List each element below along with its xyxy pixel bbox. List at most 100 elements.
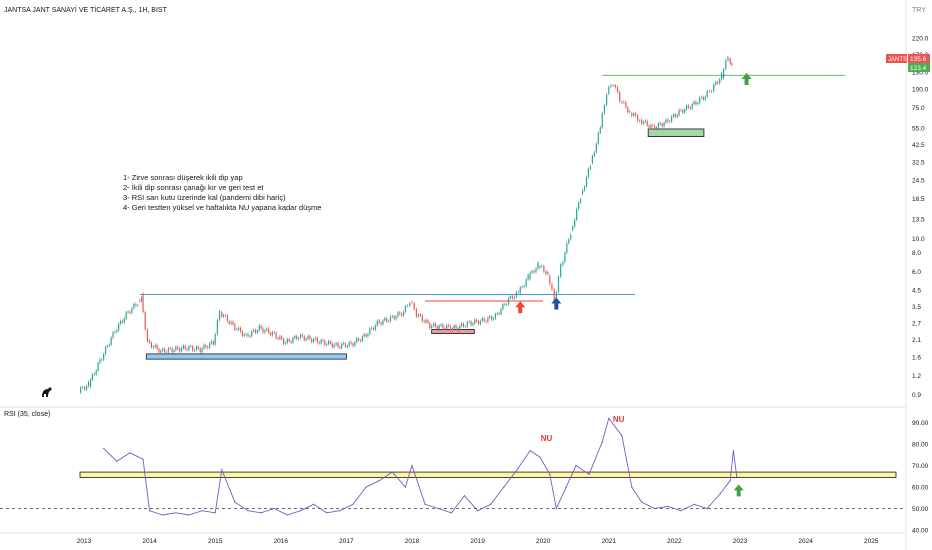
candle-body [333,344,335,348]
time-tick-label: 2020 [536,538,551,545]
price-tick-label: 2.1 [912,337,921,344]
candle-body [674,114,676,117]
rsi-point [729,480,731,482]
candle-body [509,295,511,299]
candle-body [356,338,358,343]
candle-body [177,346,179,349]
candle-body [357,338,360,341]
candle-body [104,347,107,355]
candle-body [667,119,669,122]
candle-body [431,326,433,329]
rsi-point [129,452,131,454]
candle-body [625,102,627,108]
candle-body [218,311,221,321]
candle-body [395,316,397,320]
price-tick-label: 100.0 [912,87,929,94]
candle-body [637,115,639,121]
price-tick-label: 18.5 [912,196,925,203]
candle-body [731,63,733,65]
candle-body [305,338,307,341]
price-tick-label: 3.5 [912,304,921,311]
candle-body [137,305,139,306]
candle-body [506,304,508,305]
candle-body [279,336,281,339]
candle-body [470,321,472,326]
candle-body [175,346,177,351]
time-tick-label: 2014 [142,538,157,545]
rsi-point [299,510,302,512]
candle-body [91,374,94,380]
candle-body [693,101,695,105]
candle-body [684,109,686,113]
candle-body [129,311,131,313]
candle-body [309,336,311,340]
candle-body [324,340,326,345]
candle-body [491,316,493,320]
price-tick-label: 42.5 [912,142,925,149]
rsi-point [539,456,541,458]
candle-body [216,320,218,335]
candle-body [631,113,633,116]
time-tick-label: 2013 [77,538,92,545]
rsi-point [273,507,275,510]
candle-body [650,125,652,128]
candle-body [659,122,661,124]
candle-body [593,152,595,156]
candle-body [150,342,153,348]
candle-body [142,293,144,313]
candle-body [207,347,209,348]
candle-body [545,271,547,275]
candle-body [342,343,345,344]
rsi-yellow-zone [79,471,897,478]
candle-body [283,339,285,344]
candle-body [350,342,352,344]
candle-body [363,334,365,337]
candle-body [657,122,660,128]
candle-body [110,337,112,345]
candle-body [411,302,413,304]
candle-body [108,344,110,346]
candle-body [646,120,648,126]
currency-label: TRY [912,7,926,14]
up-arrow-icon [551,297,562,310]
candle-body [453,325,455,329]
candle-body [190,346,192,347]
candle-body [173,350,175,352]
candle-body [619,91,621,102]
candle-body [447,325,450,327]
candle-body [101,359,103,361]
candle-body [543,266,545,272]
candle-body [322,339,324,341]
candle-body [553,289,555,301]
price-tick-label: 8.0 [912,250,921,257]
rsi-point [352,503,354,505]
candle-body [633,113,635,116]
candle-body [186,348,188,350]
candle-body [197,346,199,349]
candle-body [535,268,537,273]
candle-body [434,323,437,327]
candle-body [527,274,529,280]
time-tick-label: 2018 [405,538,420,545]
candle-body [599,127,601,133]
rsi-point [175,512,177,514]
rsi-tick-label: 70.00 [912,463,929,470]
candle-body [180,348,183,352]
candle-body [466,322,468,327]
rsi-tick-label: 50.00 [912,506,929,513]
candle-body [494,314,497,319]
candle-body [311,339,313,343]
rsi-point [378,480,380,482]
candle-body [230,321,232,324]
candle-body [672,114,675,117]
candle-body [417,314,420,317]
candle-body [489,316,491,318]
candle-body [687,105,690,108]
candle-body [361,336,363,342]
rsi-point [549,473,551,475]
chart-canvas[interactable]: 220.0170.0130.0100.075.055.042.532.524.5… [0,0,932,550]
candle-body [562,261,564,266]
price-zone [431,329,475,334]
candle-body [440,324,442,326]
rsi-point [503,486,505,488]
